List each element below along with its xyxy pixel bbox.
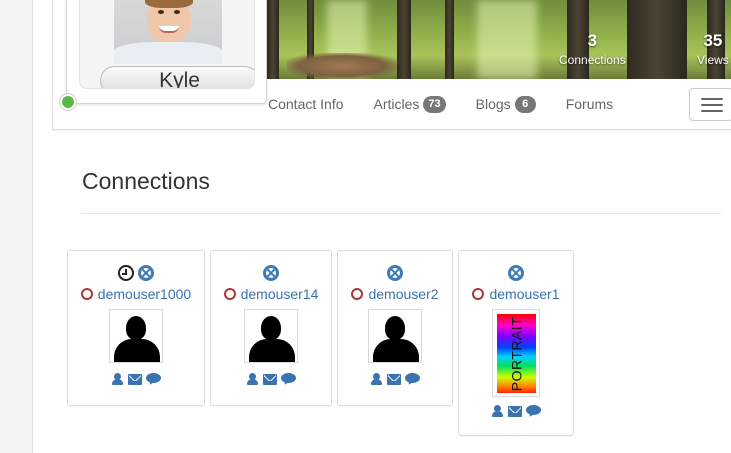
tab-label: Blogs [475,96,511,112]
card-actions [68,373,204,387]
user-icon[interactable] [246,373,259,385]
tab-articles[interactable]: Articles 73 [373,95,446,113]
envelope-icon[interactable] [128,374,142,385]
blogs-count-badge: 6 [514,95,536,113]
stat-views: 35 Views [697,31,729,67]
user-icon[interactable] [370,373,383,385]
clock-icon[interactable] [118,265,134,281]
online-status-icon [60,94,76,110]
stat-views-value: 35 [703,31,723,50]
card-icons [211,265,331,281]
tab-label: Forums [565,96,614,112]
connection-card: demouser14 [210,250,332,406]
stat-connections: 3 Connections [559,31,626,67]
card-icons [459,265,573,281]
card-actions [459,405,573,419]
stat-connections-value: 3 [587,31,598,50]
tab-contact-info[interactable]: Contact Info [268,96,344,112]
connection-name-link[interactable]: demouser2 [338,286,452,302]
avatar-frame: Kyle [66,0,267,104]
cover-photo: 3 Connections 35 Views [267,0,731,79]
chat-bubble-icon[interactable] [146,373,161,387]
tab-label: Contact Info [268,96,344,112]
remove-circle-icon[interactable] [263,265,279,281]
user-icon[interactable] [491,405,504,417]
articles-count-badge: 73 [423,95,446,113]
portrait-label: PORTRAIT [508,316,525,391]
tab-forums[interactable]: Forums [566,96,613,112]
connection-avatar[interactable] [109,309,163,363]
connection-avatar[interactable]: PORTRAIT [492,309,540,397]
stat-views-label: Views [697,53,729,67]
connection-name-link[interactable]: demouser1000 [68,286,204,302]
connection-name: demouser1000 [97,286,192,302]
card-icons [68,265,204,281]
page: 3 Connections 35 Views Kyle Contact Info [0,0,731,453]
stat-connections-label: Connections [559,53,626,67]
connection-card: demouser1000 [67,250,205,406]
connection-name: demouser1 [489,286,560,302]
section-title: Connections [82,168,210,194]
envelope-icon[interactable] [263,374,277,385]
connection-name: demouser2 [368,286,439,302]
divider [81,213,721,214]
remove-circle-icon[interactable] [387,265,403,281]
left-gutter [0,0,33,453]
tab-label: Articles [373,96,420,112]
profile-tabs: Contact Info Articles 73 Blogs 6 Forums [268,82,643,126]
envelope-icon[interactable] [508,406,522,417]
chat-bubble-icon[interactable] [281,373,296,387]
avatar[interactable]: Kyle [79,0,255,89]
status-ring-icon [80,288,93,300]
card-actions [211,373,331,387]
card-icons [338,265,452,281]
connection-name: demouser14 [240,286,319,302]
profile-name: Kyle [100,66,254,88]
profile-photo [114,0,222,64]
connection-card: demouser2 [337,250,453,406]
tab-blogs[interactable]: Blogs 6 [475,95,536,113]
connection-card: demouser1 PORTRAIT [458,250,574,436]
connection-avatar[interactable] [244,309,298,363]
remove-circle-icon[interactable] [508,265,524,281]
connection-name-link[interactable]: demouser1 [459,286,573,302]
hamburger-icon [701,98,723,100]
connection-name-link[interactable]: demouser14 [211,286,331,302]
chat-bubble-icon[interactable] [526,405,541,419]
card-actions [338,373,452,387]
status-ring-icon [351,288,364,300]
chat-bubble-icon[interactable] [405,373,420,387]
status-ring-icon [223,288,236,300]
remove-circle-icon[interactable] [138,265,154,281]
connection-avatar[interactable] [368,309,422,363]
status-ring-icon [472,288,485,300]
envelope-icon[interactable] [387,374,401,385]
menu-button[interactable] [689,88,731,121]
user-icon[interactable] [111,373,124,385]
